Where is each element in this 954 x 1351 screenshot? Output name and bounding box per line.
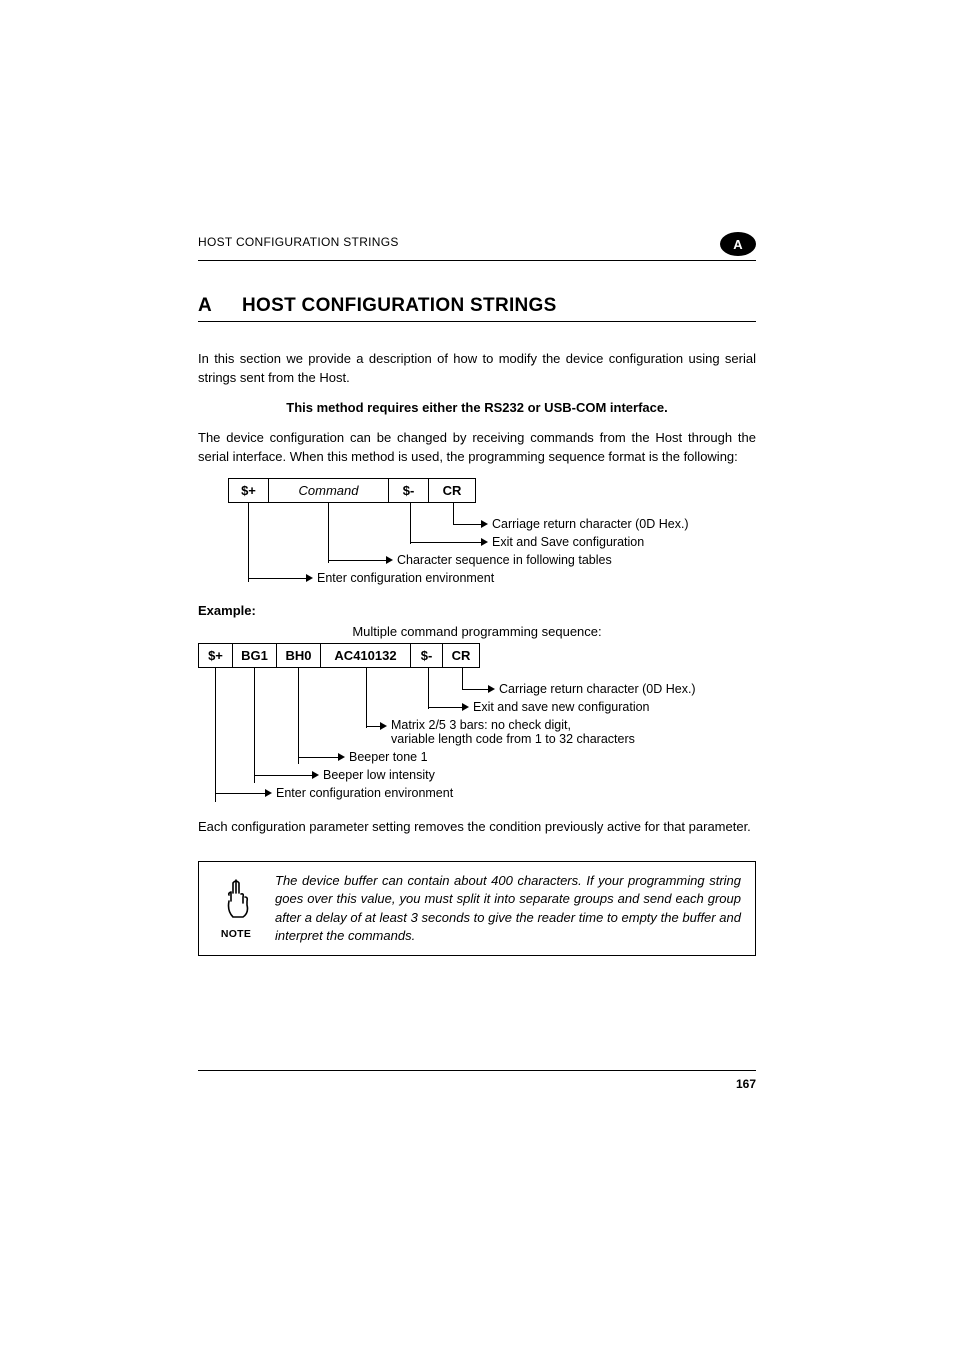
section-badge: A xyxy=(720,232,756,256)
box-cr: CR xyxy=(443,644,479,667)
legend-row: Exit and save new configuration xyxy=(198,700,756,714)
section-underline xyxy=(198,321,756,322)
legend-row: Beeper low intensity xyxy=(198,768,756,782)
note-box: NOTE The device buffer can contain about… xyxy=(198,861,756,956)
format-legend: Carriage return character (0D Hex.) Exit… xyxy=(228,517,756,585)
example-caption: Multiple command programming sequence: xyxy=(198,624,756,639)
box-cr: CR xyxy=(429,479,475,502)
arrow-icon xyxy=(306,574,313,582)
arrow-icon xyxy=(338,753,345,761)
running-header: HOST CONFIGURATION STRINGS A xyxy=(198,230,756,254)
example-boxes: $+ BG1 BH0 AC410132 $- CR xyxy=(198,643,480,668)
section-letter: A xyxy=(198,295,214,317)
box-bg1: BG1 xyxy=(233,644,277,667)
legend-row: Exit and Save configuration xyxy=(228,535,756,549)
example-diagram: $+ BG1 BH0 AC410132 $- CR Carriage retur… xyxy=(198,643,756,800)
section-heading: A HOST CONFIGURATION STRINGS xyxy=(198,295,756,317)
legend-row: Character sequence in following tables xyxy=(228,553,756,567)
box-command: Command xyxy=(269,479,389,502)
box-exit: $- xyxy=(389,479,429,502)
legend-row: Matrix 2/5 3 bars: no check digit, varia… xyxy=(198,718,756,746)
legend-enter2: Enter configuration environment xyxy=(276,786,453,800)
note-label: NOTE xyxy=(221,928,251,940)
page-content: HOST CONFIGURATION STRINGS A A HOST CONF… xyxy=(0,0,954,1016)
box-enter: $+ xyxy=(229,479,269,502)
arrow-icon xyxy=(386,556,393,564)
legend-row: Carriage return character (0D Hex.) xyxy=(198,682,756,696)
legend-exit: Exit and Save configuration xyxy=(492,535,644,549)
example-legend: Carriage return character (0D Hex.) Exit… xyxy=(198,682,756,800)
legend-row: Beeper tone 1 xyxy=(198,750,756,764)
legend-row: Enter configuration environment xyxy=(198,786,756,800)
section-title: HOST CONFIGURATION STRINGS xyxy=(242,295,557,317)
legend-charseq: Character sequence in following tables xyxy=(397,553,612,567)
box-enter: $+ xyxy=(199,644,233,667)
arrow-icon xyxy=(312,771,319,779)
footer-divider xyxy=(198,1070,756,1071)
note-text: The device buffer can contain about 400 … xyxy=(275,872,741,945)
example-label: Example: xyxy=(198,603,756,618)
legend-cr2: Carriage return character (0D Hex.) xyxy=(499,682,696,696)
requirement-line: This method requires either the RS232 or… xyxy=(198,400,756,415)
closing-paragraph: Each configuration parameter setting rem… xyxy=(198,818,756,837)
method-paragraph: The device configuration can be changed … xyxy=(198,429,756,467)
arrow-icon xyxy=(481,538,488,546)
page-number: 167 xyxy=(198,1077,756,1091)
format-boxes: $+ Command $- CR xyxy=(228,478,476,503)
legend-row: Carriage return character (0D Hex.) xyxy=(228,517,756,531)
arrow-icon xyxy=(481,520,488,528)
intro-paragraph: In this section we provide a description… xyxy=(198,350,756,388)
running-head-text: HOST CONFIGURATION STRINGS xyxy=(198,235,399,249)
page-footer: 167 xyxy=(198,1070,756,1091)
legend-enter: Enter configuration environment xyxy=(317,571,494,585)
box-ac: AC410132 xyxy=(321,644,411,667)
arrow-icon xyxy=(380,722,387,730)
legend-exit2: Exit and save new configuration xyxy=(473,700,650,714)
legend-cr: Carriage return character (0D Hex.) xyxy=(492,517,689,531)
legend-matrix: Matrix 2/5 3 bars: no check digit, varia… xyxy=(391,718,635,746)
legend-row: Enter configuration environment xyxy=(228,571,756,585)
box-exit: $- xyxy=(411,644,443,667)
legend-tone: Beeper tone 1 xyxy=(349,750,428,764)
arrow-icon xyxy=(265,789,272,797)
note-icon-wrap: NOTE xyxy=(213,877,259,940)
arrow-icon xyxy=(488,685,495,693)
hand-point-icon xyxy=(219,877,253,926)
box-bh0: BH0 xyxy=(277,644,321,667)
legend-intensity: Beeper low intensity xyxy=(323,768,435,782)
arrow-icon xyxy=(462,703,469,711)
format-diagram: $+ Command $- CR Carriage return charact… xyxy=(228,478,756,585)
header-divider xyxy=(198,260,756,261)
